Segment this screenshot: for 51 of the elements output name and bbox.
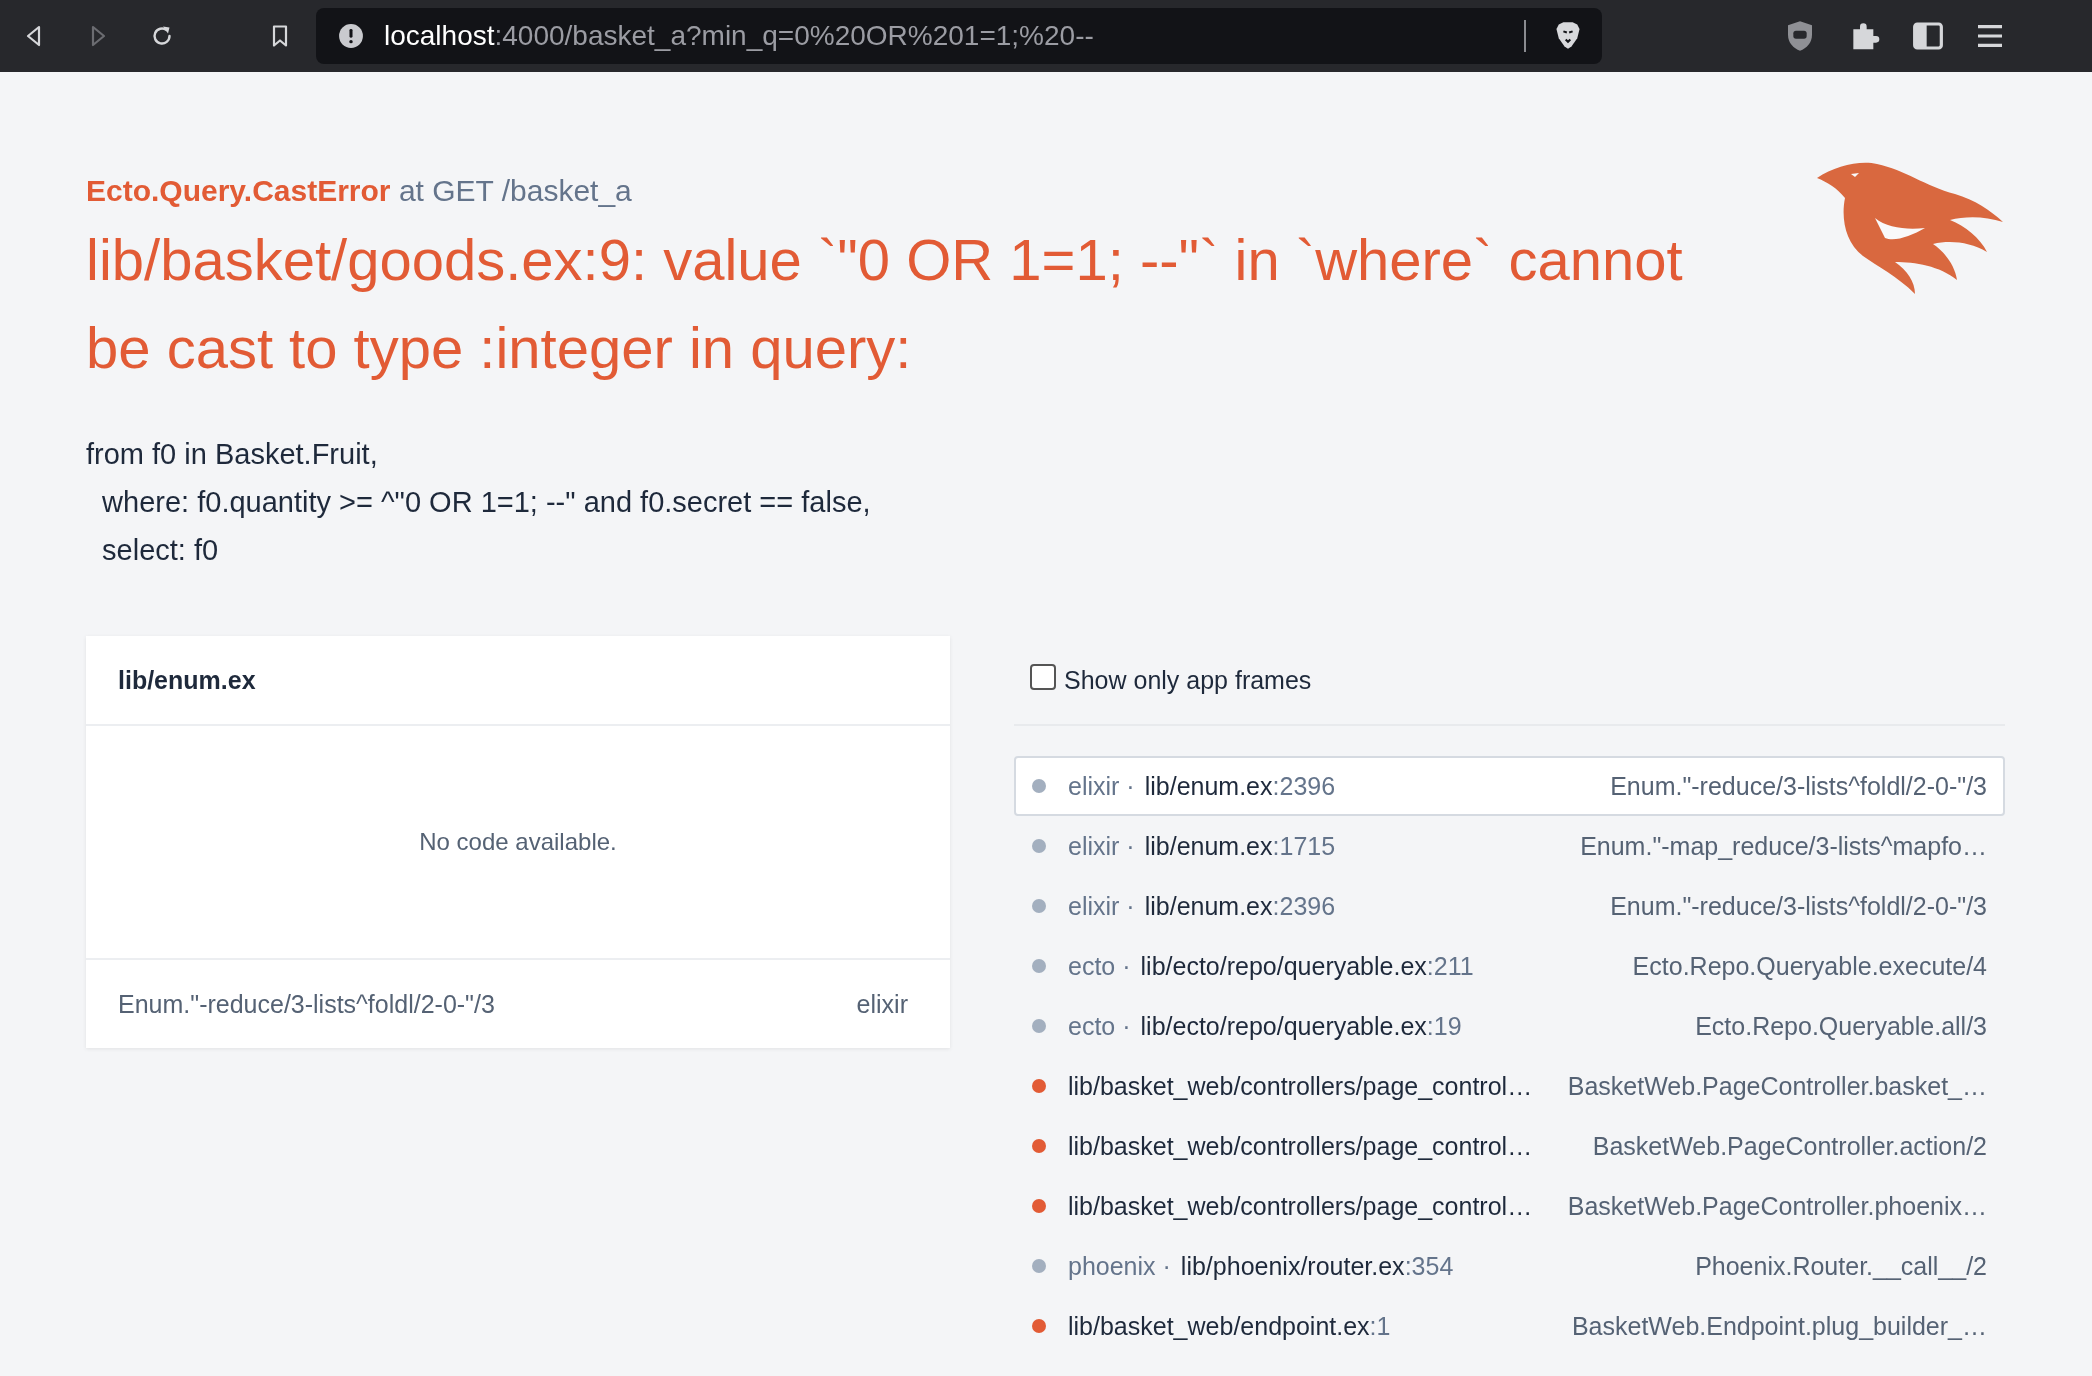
function-name: BasketWeb.PageController.basket_… (1567, 1071, 1987, 1101)
checkbox[interactable] (1030, 664, 1056, 690)
function-name: Enum."-reduce/3-lists^foldl/2-0-"/3 (1610, 891, 1987, 921)
stack-frame-row[interactable]: elixir · lib/enum.ex:1715 Enum."-map_reduce/3-lists^mapfo… (1014, 816, 2005, 876)
file-path: lib/enum.ex:1715 (1144, 831, 1336, 861)
file-title: lib/enum.ex (118, 665, 256, 695)
stack-frame-row[interactable]: phoenix · lib/phoenix/router.ex:354 Phoenix.Router.__call__/2 (1014, 1236, 2005, 1296)
reload-icon[interactable] (150, 24, 174, 48)
sidebar-icon[interactable] (1912, 20, 1944, 52)
function-name: Enum."-reduce/3-lists^foldl/2-0-"/3 (1610, 771, 1987, 801)
function-name: Ecto.Repo.Queryable.all/3 (1695, 1011, 1987, 1041)
file-path: lib/basket_web/controllers/page_control… (1068, 1191, 1533, 1221)
app-name: elixir · (1068, 891, 1135, 921)
function-name: Enum."-reduce/3-lists^foldl/2-0-"/3 (118, 989, 495, 1019)
function-name: BasketWeb.PageController.phoenix… (1567, 1191, 1987, 1221)
url-text[interactable]: localhost:4000/basket_a?min_q=0%20OR%201=1;%20-- (384, 20, 1524, 52)
app-name: elixir · (1068, 831, 1135, 861)
query-code: from f0 in Basket.Fruit, where: f0.quantity >= ^"0 OR 1=1; --" and f0.secret == false, select: f0 (86, 437, 872, 568)
file-path: lib/enum.ex:2396 (1144, 771, 1336, 801)
file-path: lib/ecto/repo/queryable.ex:19 (1140, 1011, 1462, 1041)
stack-frame-row[interactable]: lib/basket_web/endpoint.ex:1 BasketWeb.Endpoint.plug_builder_… (1014, 1296, 2005, 1356)
stack-frame-row[interactable]: lib/basket_web/controllers/page_control… BasketWeb.PageController.phoenix… (1014, 1176, 2005, 1236)
lion-icon[interactable] (1554, 21, 1582, 51)
function-name: BasketWeb.PageController.action/2 (1592, 1131, 1987, 1161)
file-path: lib/basket_web/controllers/page_control… (1068, 1071, 1533, 1101)
file-path: lib/ecto/repo/queryable.ex:211 (1140, 951, 1474, 981)
info-icon[interactable] (338, 23, 364, 49)
app-name: elixir · (1068, 771, 1135, 801)
function-name: BasketWeb.Endpoint.plug_builder_… (1571, 1311, 1987, 1341)
stack-frame-row[interactable]: ecto · lib/ecto/repo/queryable.ex:211 Ecto.Repo.Queryable.execute/4 (1014, 936, 2005, 996)
stack-frame-row[interactable]: elixir · lib/enum.ex:2396 Enum."-reduce/3-lists^foldl/2-0-"/3 (1014, 876, 2005, 936)
file-path: lib/enum.ex:2396 (1144, 891, 1336, 921)
stack-frame-row[interactable]: ecto · lib/ecto/repo/queryable.ex:19 Ecto.Repo.Queryable.all/3 (1014, 996, 2005, 1056)
address-bar[interactable]: localhost:4000/basket_a?min_q=0%20OR%201=1;%20-- (316, 8, 1602, 64)
exception-heading: Ecto.Query.CastError at GET /basket_a (86, 174, 633, 208)
function-name: Phoenix.Router.__call__/2 (1695, 1251, 1987, 1281)
empty-message: No code available. (419, 828, 617, 856)
stack-frame-row[interactable]: elixir · lib/enum.ex:2396 Enum."-reduce/3-lists^foldl/2-0-"/3 (1014, 756, 2005, 816)
function-name: Enum."-map_reduce/3-lists^mapfo… (1580, 831, 1987, 861)
error-message: lib/basket/goods.ex:9: value `"0 OR 1=1; --"` in `where` cannot be cast to type :integer in query: (86, 226, 1684, 382)
app-name: ecto · (1068, 1011, 1131, 1041)
app-name: elixir (856, 989, 908, 1019)
file-path: lib/basket_web/controllers/page_control… (1068, 1131, 1533, 1161)
app-name: ecto · (1068, 951, 1131, 981)
checkbox-label[interactable]: Show only app frames (1064, 665, 1312, 695)
app-name: phoenix · (1068, 1251, 1171, 1281)
file-path: lib/phoenix/router.ex:354 (1180, 1251, 1454, 1281)
stack-frame-row[interactable]: lib/basket_web/controllers/page_control… BasketWeb.PageController.action/2 (1014, 1116, 2005, 1176)
function-name: Ecto.Repo.Queryable.execute/4 (1632, 951, 1987, 981)
file-path: lib/basket_web/endpoint.ex:1 (1068, 1311, 1391, 1341)
stack-frame-row[interactable]: lib/basket_web/controllers/page_control… BasketWeb.PageController.basket_… (1014, 1056, 2005, 1116)
